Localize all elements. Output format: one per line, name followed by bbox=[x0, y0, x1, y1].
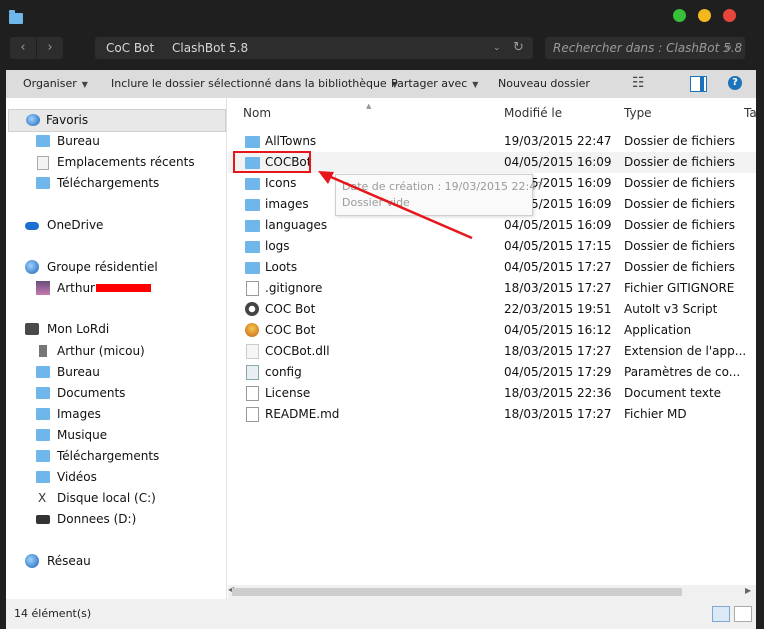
navigation-pane: Favoris Bureau Emplacements récents Télé… bbox=[6, 98, 227, 599]
folder-icon bbox=[36, 471, 50, 483]
recent-places-icon bbox=[37, 156, 49, 170]
folder-icon bbox=[9, 10, 23, 24]
new-folder-button[interactable]: Nouveau dossier bbox=[498, 70, 590, 98]
sidebar-item-documents[interactable]: Documents bbox=[6, 383, 226, 404]
sidebar-item-label: Images bbox=[57, 407, 101, 421]
star-icon bbox=[26, 114, 40, 126]
preview-pane-icon[interactable] bbox=[690, 76, 707, 92]
sidebar-item-videos[interactable]: Vidéos bbox=[6, 467, 226, 488]
navigation-bar: ‹ › CoC Bot ClashBot 5.8 ⌄ ↻ Rechercher … bbox=[0, 34, 764, 64]
folder-icon bbox=[36, 408, 50, 420]
avatar bbox=[36, 281, 50, 295]
sidebar-item-desktop-pc[interactable]: Bureau bbox=[6, 362, 226, 383]
large-icons-view-icon[interactable] bbox=[734, 606, 752, 622]
sidebar-item-label: OneDrive bbox=[47, 218, 104, 232]
refresh-icon[interactable]: ↻ bbox=[513, 37, 524, 59]
sidebar-item-label: Téléchargements bbox=[57, 449, 160, 463]
network-icon bbox=[25, 554, 39, 568]
sidebar-item-label: Musique bbox=[57, 428, 108, 442]
organize-label: Organiser bbox=[23, 77, 77, 90]
minimize-button[interactable] bbox=[698, 9, 711, 22]
title-bar bbox=[0, 0, 764, 34]
sidebar-item-label: Arthur bbox=[57, 281, 95, 295]
folder-icon bbox=[36, 387, 50, 399]
sidebar-item-drive-c[interactable]: X Disque local (C:) bbox=[6, 488, 226, 509]
breadcrumb-clashbot[interactable]: ClashBot 5.8 bbox=[172, 37, 248, 59]
cloud-icon bbox=[25, 222, 39, 230]
sidebar-item-music[interactable]: Musique bbox=[6, 425, 226, 446]
folder-icon bbox=[36, 450, 50, 462]
include-library-button[interactable]: Inclure le dossier sélectionné dans la b… bbox=[111, 70, 398, 99]
close-button[interactable] bbox=[723, 9, 736, 22]
sidebar-item-label: Emplacements récents bbox=[57, 155, 195, 169]
sidebar-item-computer[interactable]: Mon LoRdi bbox=[6, 319, 226, 340]
search-input[interactable]: Rechercher dans : ClashBot 5.8 ⌕ bbox=[545, 37, 745, 59]
item-count: 14 élément(s) bbox=[14, 607, 92, 620]
back-button[interactable]: ‹ bbox=[10, 37, 36, 59]
address-bar[interactable]: CoC Bot ClashBot 5.8 ⌄ ↻ bbox=[95, 37, 533, 59]
sidebar-item-phone[interactable]: Arthur (micou) bbox=[6, 341, 226, 362]
command-toolbar: Organiser ▼ Inclure le dossier sélectionn… bbox=[6, 70, 756, 98]
sidebar-item-label: Groupe résidentiel bbox=[47, 260, 158, 274]
change-view-icon[interactable]: ☷ bbox=[632, 75, 645, 91]
sidebar-item-downloads-pc[interactable]: Téléchargements bbox=[6, 446, 226, 467]
folder-icon bbox=[36, 366, 50, 378]
homegroup-icon bbox=[25, 260, 39, 274]
phone-icon bbox=[39, 345, 47, 357]
sidebar-item-label: Favoris bbox=[46, 113, 89, 127]
dropdown-arrow-icon: ▼ bbox=[81, 80, 88, 89]
chevron-down-icon[interactable]: ⌄ bbox=[493, 37, 501, 59]
share-button[interactable]: Partager avec ▼ bbox=[391, 70, 478, 99]
scroll-right-icon[interactable]: ▶ bbox=[745, 586, 751, 595]
dropdown-arrow-icon: ▼ bbox=[472, 80, 479, 89]
search-placeholder: Rechercher dans : ClashBot 5.8 bbox=[553, 41, 743, 55]
sidebar-item-onedrive[interactable]: OneDrive bbox=[6, 215, 226, 236]
sidebar-item-label: Vidéos bbox=[57, 470, 97, 484]
sidebar-item-desktop[interactable]: Bureau bbox=[6, 131, 226, 152]
sidebar-item-label: Documents bbox=[57, 386, 126, 400]
maximize-button[interactable] bbox=[673, 9, 686, 22]
sidebar-item-homegroup[interactable]: Groupe résidentiel bbox=[6, 257, 226, 278]
sidebar-item-drive-d[interactable]: Donnees (D:) bbox=[6, 509, 226, 530]
file-list: ▲ Nom Modifié le Type Ta AllTowns 19/03/2… bbox=[228, 98, 756, 585]
sidebar-item-label: Bureau bbox=[57, 134, 100, 148]
redaction-mark bbox=[96, 284, 151, 292]
folder-icon bbox=[36, 135, 50, 147]
sidebar-item-label: Disque local (C:) bbox=[57, 491, 156, 505]
sidebar-item-images[interactable]: Images bbox=[6, 404, 226, 425]
sidebar-item-label: Arthur (micou) bbox=[57, 344, 145, 358]
sidebar-item-label: Bureau bbox=[57, 365, 100, 379]
drive-x-icon: X bbox=[38, 491, 47, 505]
sidebar-item-recent[interactable]: Emplacements récents bbox=[6, 152, 226, 173]
include-label: Inclure le dossier sélectionné dans la b… bbox=[111, 77, 387, 90]
organize-button[interactable]: Organiser ▼ bbox=[23, 70, 88, 99]
sidebar-item-label: Téléchargements bbox=[57, 176, 160, 190]
horizontal-scrollbar[interactable]: ◀ ▶ bbox=[228, 585, 756, 599]
scrollbar-thumb[interactable] bbox=[232, 588, 682, 596]
sidebar-item-label: Mon LoRdi bbox=[47, 322, 110, 336]
downloads-folder-icon bbox=[36, 177, 50, 189]
breadcrumb-coc-bot[interactable]: CoC Bot bbox=[106, 37, 154, 59]
share-label: Partager avec bbox=[391, 77, 468, 90]
search-icon[interactable]: ⌕ bbox=[725, 37, 732, 59]
sidebar-item-network[interactable]: Réseau bbox=[6, 551, 226, 572]
folder-icon bbox=[36, 429, 50, 441]
forward-button[interactable]: › bbox=[37, 37, 63, 59]
sidebar-item-favorites[interactable]: Favoris bbox=[8, 109, 226, 132]
annotation-arrow bbox=[318, 171, 473, 240]
sidebar-item-label: Donnees (D:) bbox=[57, 512, 137, 526]
details-view-icon[interactable] bbox=[712, 606, 730, 622]
computer-icon bbox=[25, 323, 39, 335]
sidebar-item-label: Réseau bbox=[47, 554, 91, 568]
status-bar: 14 élément(s) bbox=[6, 599, 756, 629]
sidebar-item-downloads[interactable]: Téléchargements bbox=[6, 173, 226, 194]
explorer-content: Favoris Bureau Emplacements récents Télé… bbox=[6, 98, 756, 599]
help-icon[interactable]: ? bbox=[728, 76, 742, 90]
drive-icon bbox=[36, 515, 50, 524]
sidebar-item-user[interactable]: Arthur bbox=[6, 278, 226, 299]
